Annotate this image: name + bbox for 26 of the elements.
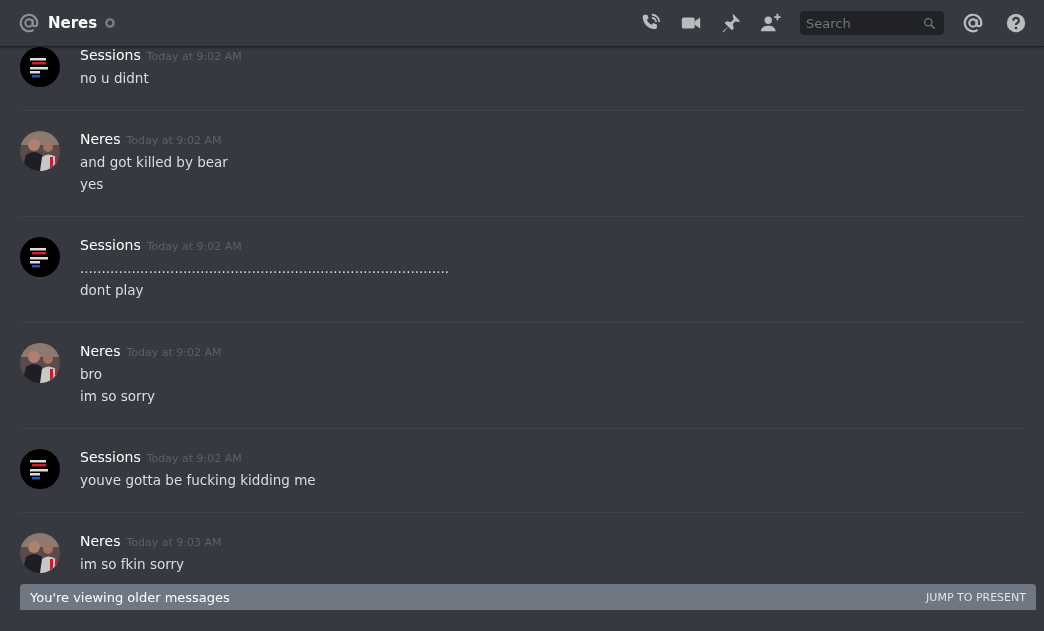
- message-text: no u didnt: [80, 69, 150, 88]
- channel-title: Neres: [48, 14, 98, 32]
- author-name[interactable]: Sessions: [80, 47, 141, 63]
- author-name[interactable]: Neres: [80, 343, 121, 359]
- status-icon: [105, 18, 116, 28]
- author-name[interactable]: Sessions: [80, 237, 141, 253]
- search-field[interactable]: Search: [800, 11, 944, 35]
- message-text: im so sorry: [80, 387, 156, 406]
- mention-icon[interactable]: [962, 12, 984, 34]
- message-text: ......................................................................................: [80, 259, 450, 278]
- message-text: im so fkin sorry: [80, 555, 186, 574]
- search-icon: [923, 17, 936, 30]
- at-sign-icon: [18, 12, 40, 34]
- pin-icon[interactable]: [720, 12, 742, 34]
- help-icon[interactable]: [1005, 12, 1027, 34]
- author-name[interactable]: Sessions: [80, 449, 141, 465]
- banner-text: You're viewing older messages: [30, 589, 230, 605]
- jump-to-present-link[interactable]: JUMP TO PRESENT: [926, 590, 1026, 604]
- message-text: yes: [80, 175, 105, 194]
- author-name[interactable]: Neres: [80, 533, 121, 549]
- message-text: and got killed by bear: [80, 153, 228, 172]
- add-user-icon[interactable]: [760, 12, 782, 34]
- author-name[interactable]: Neres: [80, 131, 121, 147]
- message-text: dont play: [80, 281, 145, 300]
- message-text: bro: [80, 365, 104, 384]
- message-text: youve gotta be fucking kidding me: [80, 471, 316, 490]
